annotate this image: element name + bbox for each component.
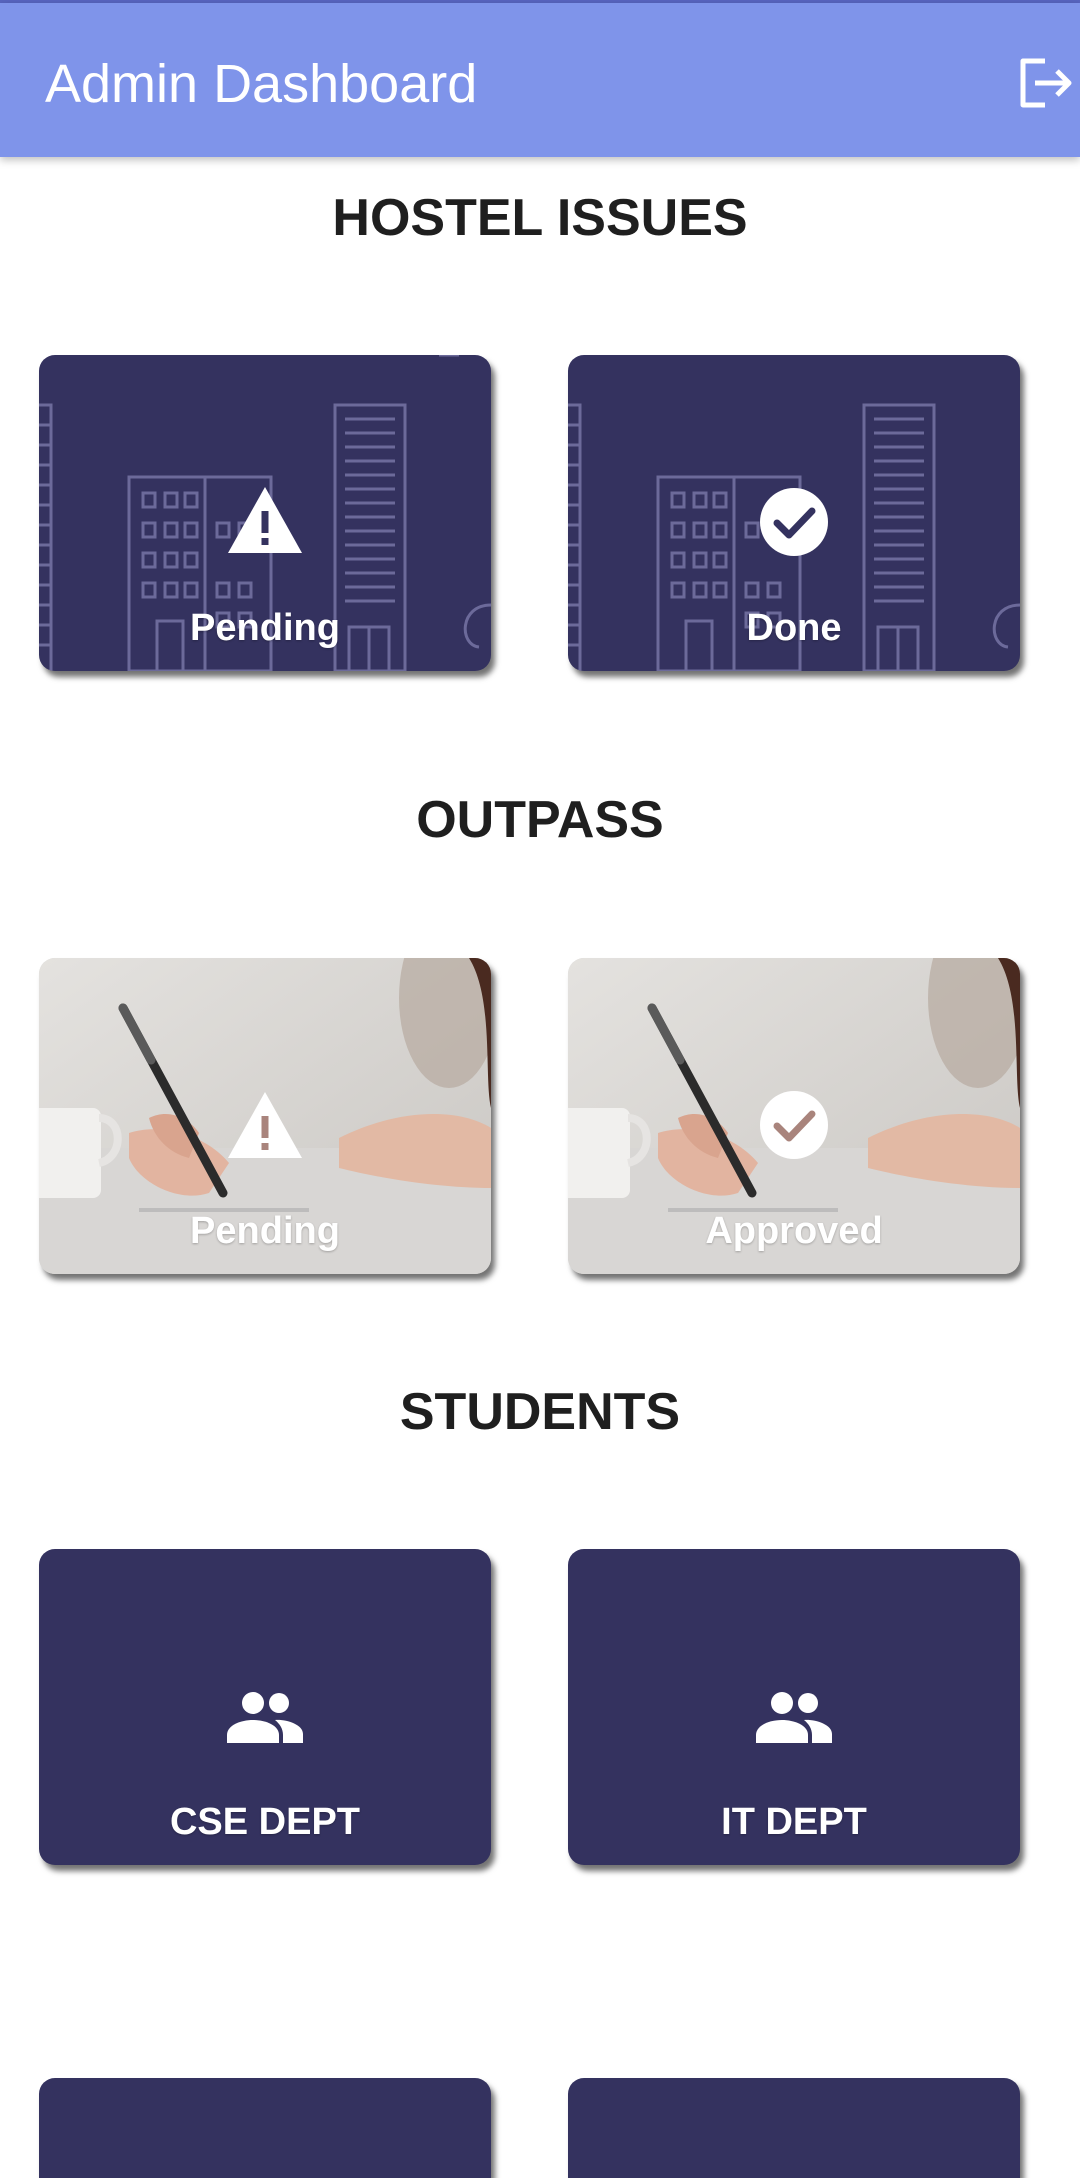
people-icon (227, 1692, 303, 1743)
card-label: IT DEPT (721, 1801, 867, 1843)
students-next-card-left[interactable] (39, 2078, 491, 2178)
section-title-outpass: OUTPASS (416, 791, 664, 849)
students-next-card-right[interactable] (568, 2078, 1020, 2178)
warning-icon (228, 487, 302, 553)
section-title-hostel-issues: HOSTEL ISSUES (332, 189, 748, 247)
logout-icon (1020, 58, 1072, 108)
card-label: Done (746, 607, 842, 649)
warning-icon (228, 1092, 302, 1158)
outpass-pending-card[interactable]: Pending (39, 958, 491, 1274)
outpass-approved-card[interactable]: Approved (568, 958, 1020, 1274)
hostel-pending-card[interactable]: Pending (39, 355, 491, 671)
card-label: CSE DEPT (169, 1801, 361, 1843)
app-bar: Admin Dashboard (0, 3, 1080, 157)
card-label: Pending (190, 1210, 340, 1252)
people-icon (756, 1692, 832, 1743)
check-circle-icon (760, 488, 828, 556)
check-circle-icon (760, 1091, 828, 1159)
app-title: Admin Dashboard (45, 54, 478, 114)
hostel-done-card[interactable]: Done (568, 355, 1020, 671)
card-label: Pending (190, 607, 340, 649)
logout-button[interactable] (1015, 55, 1075, 111)
card-label: Approved (705, 1210, 883, 1252)
section-title-students: STUDENTS (399, 1383, 681, 1441)
students-it-dept-card[interactable]: IT DEPT (568, 1549, 1020, 1865)
students-cse-dept-card[interactable]: CSE DEPT (39, 1549, 491, 1865)
